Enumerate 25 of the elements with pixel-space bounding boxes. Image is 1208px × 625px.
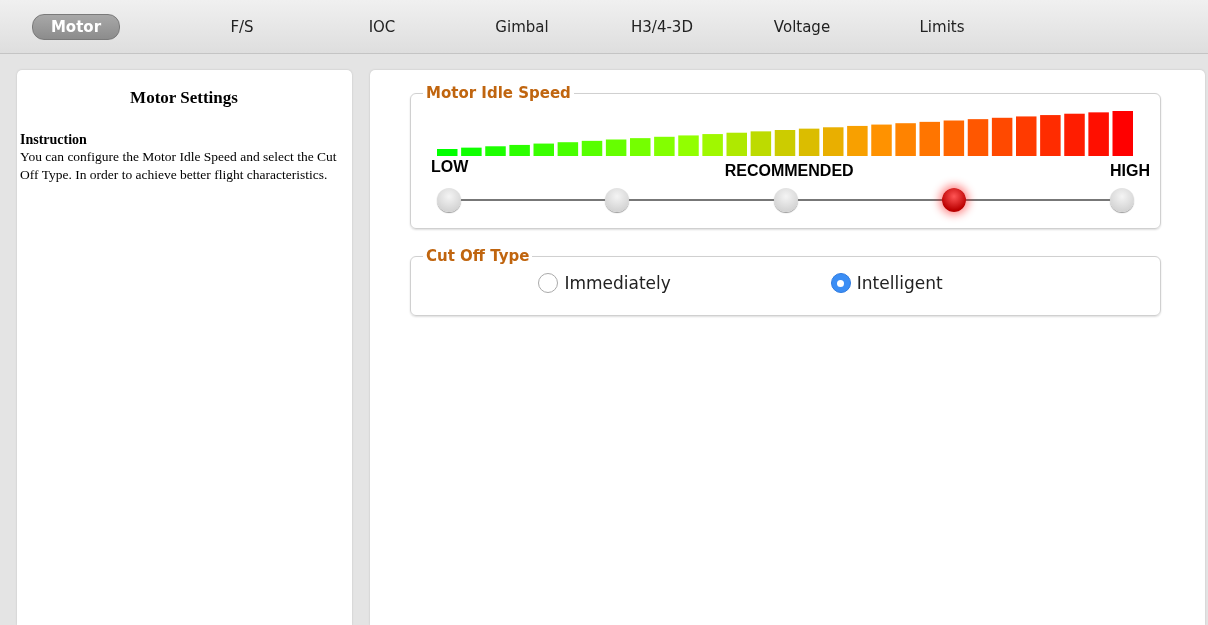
option-label: Intelligent: [856, 273, 943, 293]
radio-button[interactable]: [538, 273, 559, 293]
radio-button[interactable]: [830, 273, 851, 293]
panel-title: Motor Settings: [129, 88, 239, 108]
tab[interactable]: IOC: [367, 13, 397, 40]
group-title: Cut Off Type: [425, 247, 531, 265]
option-label: Immediately: [564, 273, 671, 293]
slider-stop[interactable]: [941, 188, 966, 212]
slider-stop[interactable]: [605, 188, 630, 212]
radio-option[interactable]: Immediately: [538, 273, 671, 293]
tab[interactable]: Limits: [918, 13, 966, 40]
radio-option[interactable]: Intelligent: [830, 273, 943, 293]
instruction-text: You can configure the Motor Idle Speed and select the Cut Off Type. In order to achieve better flight characteristics.: [20, 148, 338, 184]
tab[interactable]: F/S: [229, 13, 255, 40]
scale-label: LOW: [431, 158, 469, 177]
scale-label: HIGH: [1110, 162, 1150, 180]
tab[interactable]: H3/4-3D: [630, 13, 694, 40]
slider-stop[interactable]: [773, 188, 798, 212]
tab[interactable]: Voltage: [772, 13, 832, 40]
group-title: Motor Idle Speed: [425, 84, 572, 102]
slider-stop[interactable]: [1110, 188, 1134, 212]
instruction-heading: Instruction: [20, 132, 88, 148]
tab[interactable]: Gimbal: [494, 13, 550, 40]
slider-stop[interactable]: [437, 188, 461, 212]
scale-label: RECOMMENDED: [724, 162, 854, 180]
